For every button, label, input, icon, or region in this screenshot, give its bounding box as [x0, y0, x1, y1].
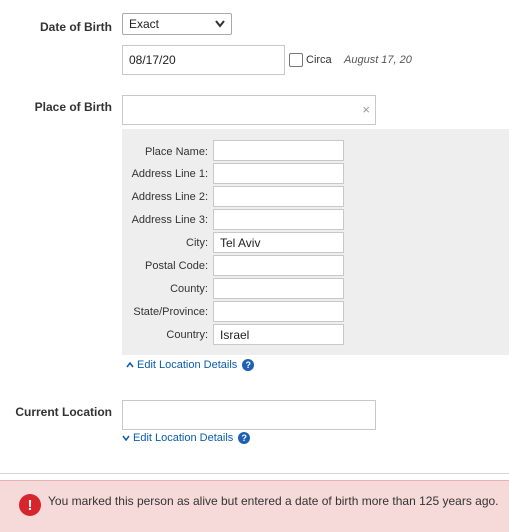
place-of-birth-label: Place of Birth: [34, 100, 112, 114]
state-province-label: State/Province:: [133, 306, 208, 318]
current-location-label: Current Location: [15, 405, 112, 419]
place-of-birth-input[interactable]: ×: [122, 95, 376, 125]
circa-checkbox[interactable]: [289, 53, 303, 67]
place-name-label: Place Name:: [145, 146, 208, 158]
address-line-2-input[interactable]: [213, 186, 344, 207]
current-location-input[interactable]: [122, 400, 376, 430]
city-label: City:: [186, 237, 208, 249]
help-icon[interactable]: ?: [238, 432, 251, 444]
edit-location-details-label: Edit Location Details: [137, 359, 238, 371]
current-edit-location-details-link[interactable]: Edit Location Details ?: [122, 432, 251, 444]
place-name-input[interactable]: [213, 140, 344, 161]
postal-code-input[interactable]: [213, 255, 344, 276]
address-line-1-input[interactable]: [213, 163, 344, 184]
state-province-input[interactable]: [213, 301, 344, 322]
chevron-up-icon: [126, 362, 134, 368]
address-line-2-label: Address Line 2:: [131, 191, 208, 203]
error-alert: ! You marked this person as alive but en…: [0, 480, 509, 532]
error-icon: !: [19, 494, 41, 516]
country-input[interactable]: Israel: [213, 324, 344, 345]
circa-label: Circa: [306, 54, 332, 66]
city-value: Tel Aviv: [220, 235, 261, 250]
date-of-birth-input[interactable]: 08/17/20: [122, 45, 285, 75]
divider: [0, 473, 509, 474]
date-type-selected: Exact: [129, 17, 160, 31]
county-label: County:: [170, 283, 208, 295]
country-label: Country:: [166, 329, 208, 341]
county-input[interactable]: [213, 278, 344, 299]
error-message: You marked this person as alive but ente…: [48, 494, 499, 508]
clear-icon[interactable]: ×: [362, 102, 370, 117]
country-value: Israel: [220, 327, 250, 342]
postal-code-label: Postal Code:: [145, 260, 208, 272]
date-of-birth-label: Date of Birth: [40, 20, 112, 34]
city-input[interactable]: Tel Aviv: [213, 232, 344, 253]
help-icon[interactable]: ?: [242, 359, 255, 371]
address-line-1-label: Address Line 1:: [131, 168, 208, 180]
formatted-date: August 17, 20: [344, 54, 412, 66]
address-line-3-label: Address Line 3:: [131, 214, 208, 226]
date-type-select[interactable]: Exact: [122, 13, 232, 35]
chevron-down-icon: [215, 20, 225, 28]
address-line-3-input[interactable]: [213, 209, 344, 230]
current-edit-location-details-label: Edit Location Details: [133, 432, 234, 444]
edit-location-details-link[interactable]: Edit Location Details ?: [126, 359, 255, 371]
date-of-birth-value: 08/17/20: [129, 53, 176, 67]
chevron-down-icon: [122, 435, 130, 441]
